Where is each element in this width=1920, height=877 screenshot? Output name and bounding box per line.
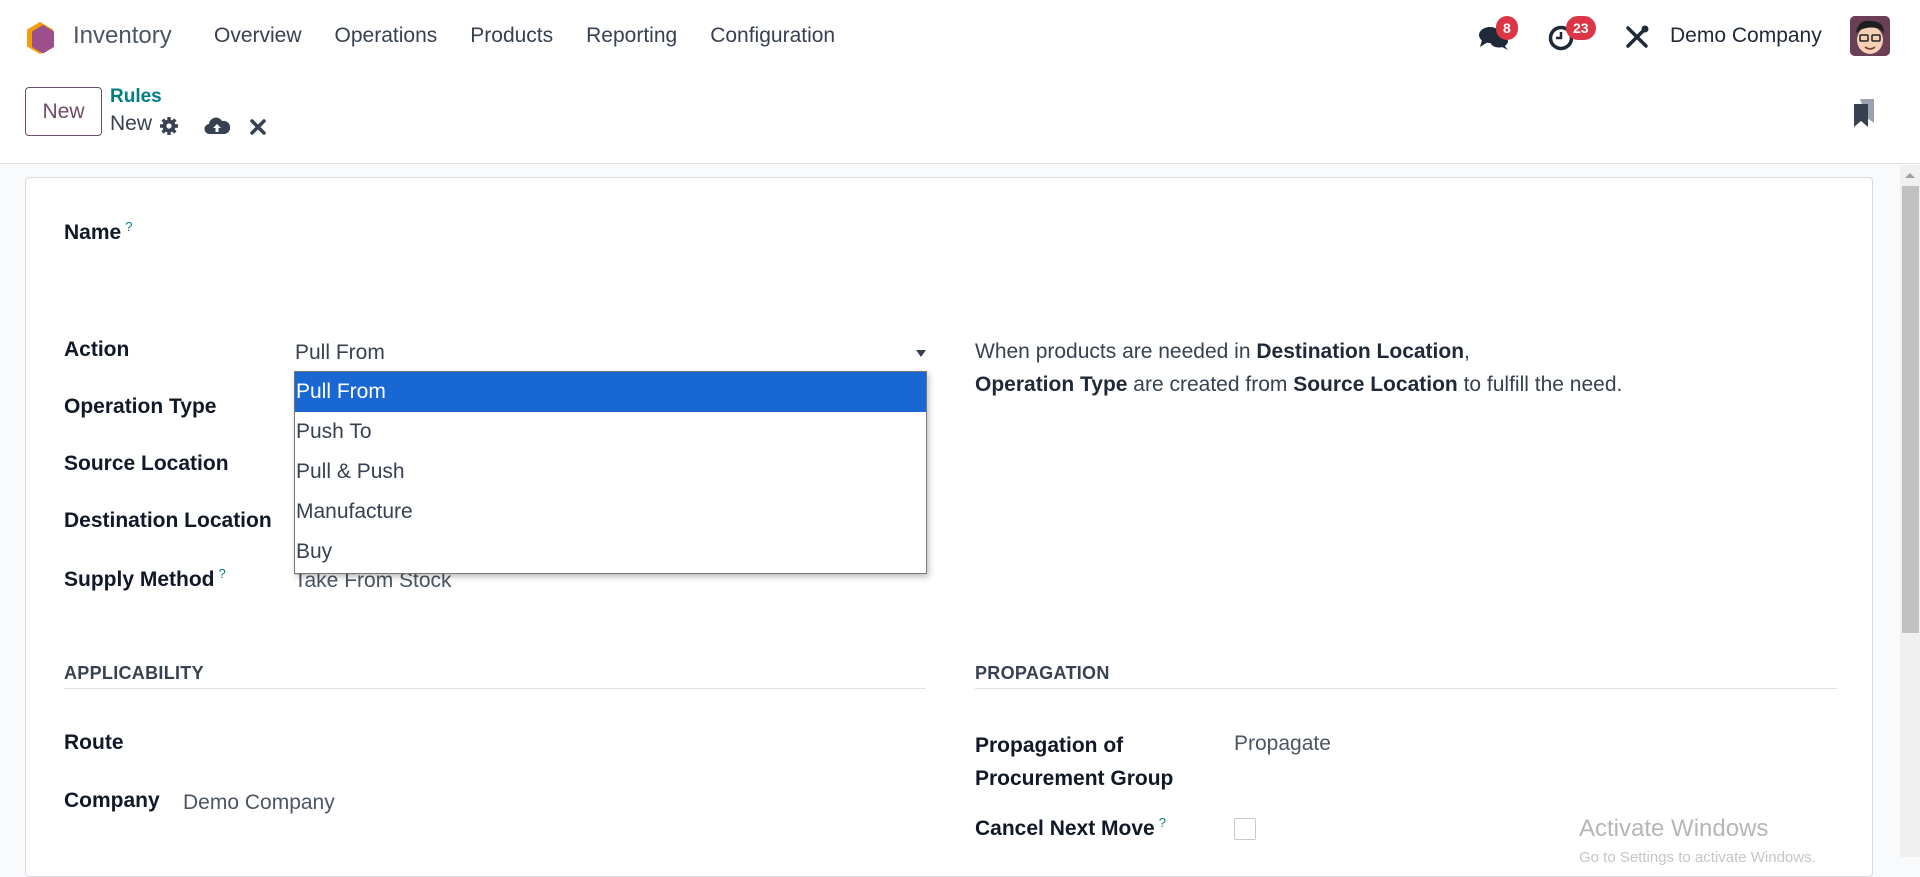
action-option-push-to[interactable]: Push To <box>295 412 926 452</box>
discard-icon[interactable] <box>249 118 267 136</box>
messages-badge: 8 <box>1496 16 1518 40</box>
supply-method-label: Supply Method? <box>64 566 226 592</box>
route-input[interactable] <box>294 728 926 762</box>
menu-overview[interactable]: Overview <box>214 24 302 48</box>
help-text-destination: Destination Location <box>1256 340 1465 363</box>
propagation-group-label-line1: Propagation of <box>975 734 1124 757</box>
menu-configuration[interactable]: Configuration <box>710 24 835 48</box>
company-label: Company <box>64 789 160 812</box>
menu-products[interactable]: Products <box>470 24 553 48</box>
action-option-pull-from[interactable]: Pull From <box>295 372 926 412</box>
action-select-value: Pull From <box>295 341 385 364</box>
operation-type-label: Operation Type <box>64 395 217 418</box>
cloud-upload-icon[interactable] <box>204 116 230 136</box>
destination-location-label: Destination Location <box>64 509 272 532</box>
gear-icon[interactable] <box>159 116 179 136</box>
control-panel: New Rules New <box>0 74 1920 164</box>
name-label: Name? <box>64 219 132 245</box>
name-label-text: Name <box>64 221 122 244</box>
cancel-next-move-checkbox[interactable] <box>1234 818 1256 840</box>
scroll-up-arrow-icon[interactable] <box>1905 173 1915 178</box>
help-tooltip-icon[interactable]: ? <box>219 566 226 581</box>
applicability-section-title: APPLICABILITY <box>64 663 204 683</box>
top-navbar: Inventory Overview Operations Products R… <box>0 0 1920 74</box>
supply-method-label-text: Supply Method <box>64 568 215 591</box>
caret-down-icon <box>916 350 926 357</box>
propagation-group-label-line2: Procurement Group <box>975 767 1174 790</box>
action-select[interactable]: Pull From <box>294 335 926 371</box>
menu-operations[interactable]: Operations <box>335 24 438 48</box>
help-tooltip-icon[interactable]: ? <box>1159 815 1166 830</box>
company-field[interactable]: Demo Company <box>183 791 335 815</box>
page-scrollbar[interactable] <box>1900 165 1920 857</box>
app-name[interactable]: Inventory <box>73 22 172 50</box>
form-sheet: Name? Action Pull From Pull From Push To… <box>25 177 1873 877</box>
applicability-divider <box>64 688 926 689</box>
action-option-buy[interactable]: Buy <box>295 532 926 572</box>
action-option-pull-push[interactable]: Pull & Push <box>295 452 926 492</box>
new-record-button[interactable]: New <box>25 87 102 136</box>
help-text-part: , <box>1464 340 1470 363</box>
breadcrumb-rules[interactable]: Rules <box>110 86 162 108</box>
help-text-operation-type: Operation Type <box>975 373 1128 396</box>
cancel-next-move-label-text: Cancel Next Move <box>975 817 1155 840</box>
route-label: Route <box>64 731 124 754</box>
help-text-part: are created from <box>1127 373 1294 396</box>
propagation-group-select[interactable]: Propagate <box>1234 732 1331 756</box>
name-input[interactable] <box>64 258 1834 298</box>
tools-icon[interactable] <box>1624 24 1650 50</box>
main-menu: Overview Operations Products Reporting C… <box>214 24 868 48</box>
propagation-group-label: Propagation of Procurement Group <box>975 729 1173 795</box>
user-avatar[interactable] <box>1850 16 1890 56</box>
activities-button[interactable]: 23 <box>1548 16 1608 52</box>
cancel-next-move-label: Cancel Next Move? <box>975 815 1166 841</box>
activate-windows-watermark: Activate Windows <box>1579 815 1769 842</box>
help-text-source: Source Location <box>1293 373 1458 396</box>
action-option-manufacture[interactable]: Manufacture <box>295 492 926 532</box>
inventory-app-icon[interactable] <box>24 21 56 55</box>
menu-reporting[interactable]: Reporting <box>586 24 677 48</box>
source-location-label: Source Location <box>64 452 229 475</box>
activate-windows-subtext: Go to Settings to activate Windows. <box>1579 849 1816 866</box>
messages-button[interactable]: 8 <box>1478 16 1528 52</box>
action-dropdown-list: Pull From Push To Pull & Push Manufactur… <box>294 371 927 574</box>
action-help-text: When products are needed in Destination … <box>975 335 1622 401</box>
help-tooltip-icon[interactable]: ? <box>125 219 132 234</box>
bookmark-icon[interactable] <box>1852 98 1876 128</box>
activities-badge: 23 <box>1566 16 1596 40</box>
action-label: Action <box>64 338 130 361</box>
scrollbar-thumb[interactable] <box>1902 186 1919 633</box>
help-text-part: When products are needed in <box>975 340 1257 363</box>
help-text-part: to fulfill the need. <box>1457 373 1623 396</box>
company-switcher[interactable]: Demo Company <box>1670 24 1822 48</box>
propagation-section-title: PROPAGATION <box>975 663 1110 683</box>
propagation-divider <box>975 688 1837 689</box>
record-title: New <box>110 112 153 135</box>
